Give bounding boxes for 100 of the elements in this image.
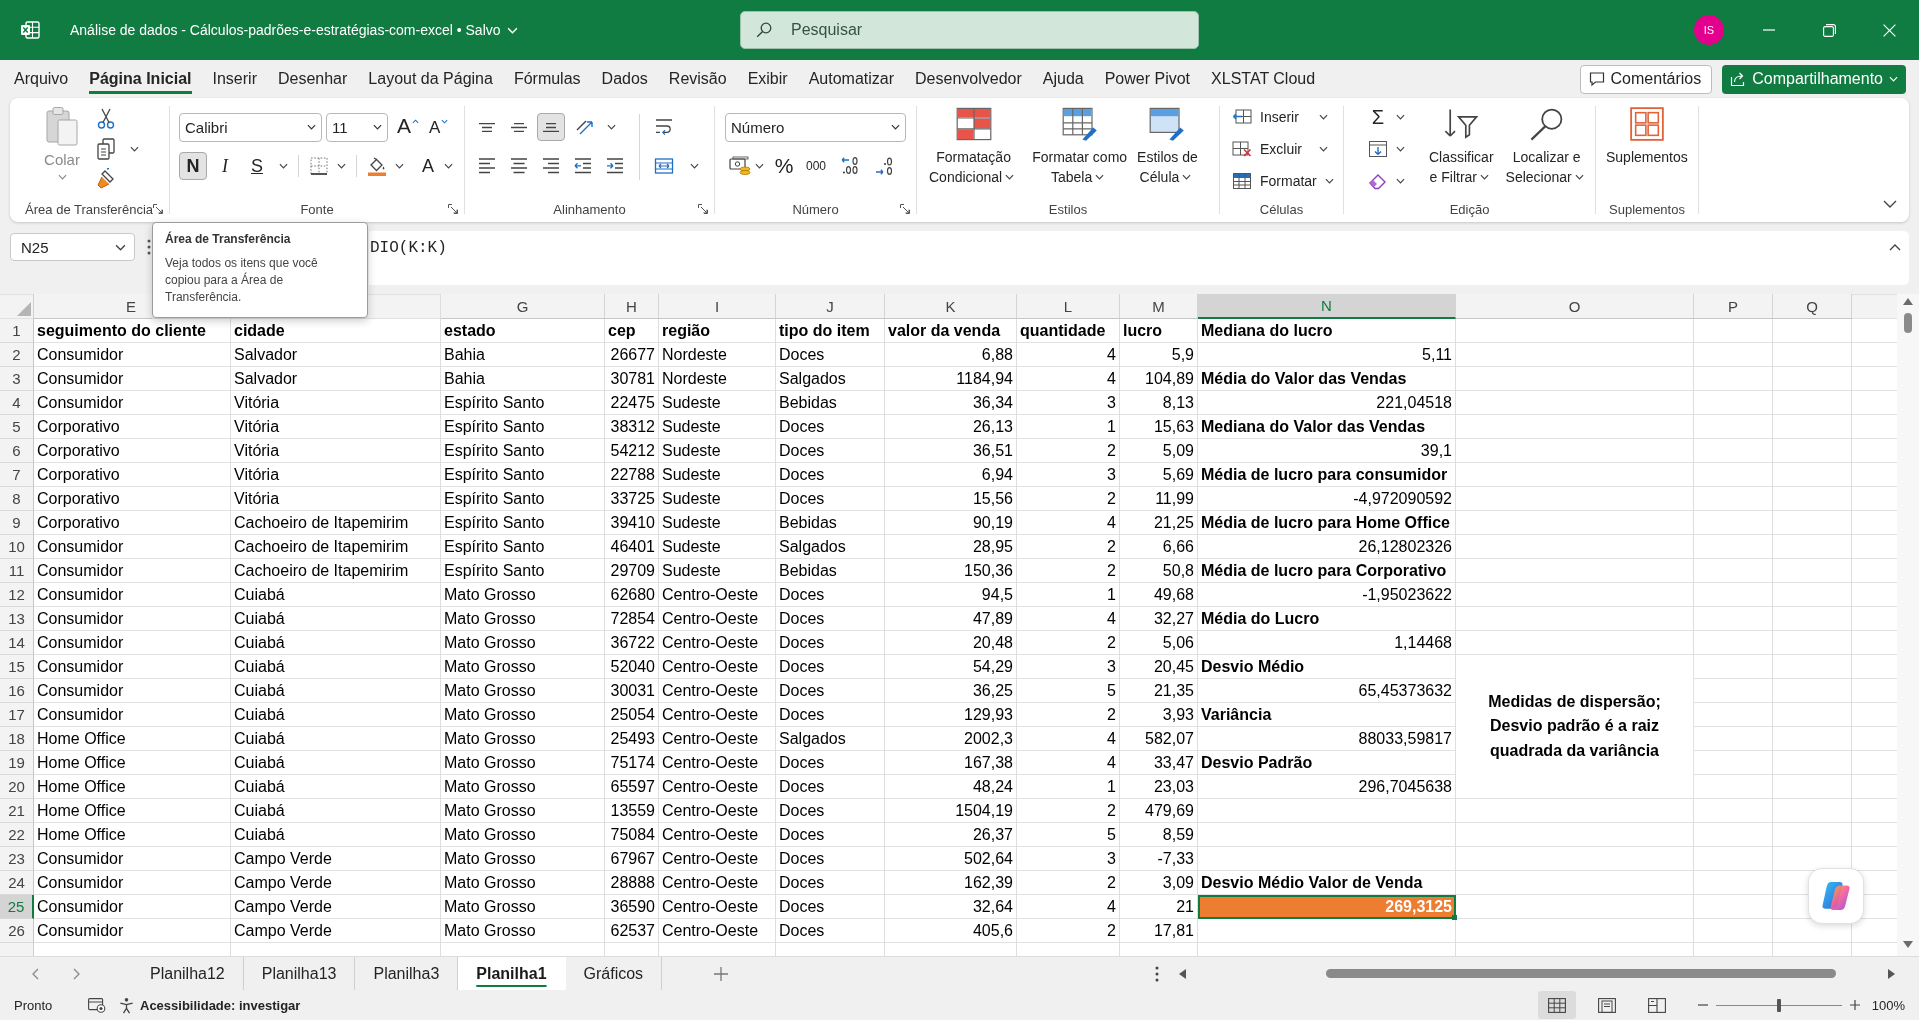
ribbon-tab[interactable]: Ajuda — [1042, 64, 1084, 94]
row-header[interactable]: 5 — [0, 415, 34, 439]
comments-button[interactable]: Comentários — [1579, 64, 1713, 94]
column-header[interactable]: E — [34, 294, 152, 319]
paint-bucket-icon[interactable] — [367, 156, 387, 176]
ribbon-tab[interactable]: Desenvolvedor — [915, 64, 1022, 94]
chevron-up-icon[interactable] — [1889, 244, 1901, 251]
ribbon-tab[interactable]: Arquivo — [14, 64, 69, 94]
row-header[interactable]: 20 — [0, 775, 34, 799]
chevron-icon[interactable] — [1396, 146, 1405, 152]
italic-button[interactable]: I — [211, 152, 239, 180]
column-header[interactable]: Q — [1773, 294, 1852, 319]
ribbon-tab[interactable]: Power Pivot — [1104, 64, 1191, 94]
spreadsheet-logo-icon[interactable] — [20, 20, 40, 40]
row-header[interactable]: 13 — [0, 607, 34, 631]
font-color-button[interactable]: A — [416, 152, 440, 180]
scissors-icon[interactable] — [96, 108, 116, 130]
row-header[interactable]: 9 — [0, 511, 34, 535]
row-header[interactable]: 8 — [0, 487, 34, 511]
formula-field[interactable]: DIO(K:K) — [369, 231, 1909, 285]
row-header[interactable]: 18 — [0, 727, 34, 751]
column-header[interactable]: N — [1198, 294, 1456, 319]
row-header[interactable]: 16 — [0, 679, 34, 703]
plus-icon[interactable] — [1849, 1000, 1860, 1010]
user-avatar[interactable]: IS — [1694, 15, 1724, 45]
chevron-icon[interactable] — [1396, 114, 1405, 120]
column-header[interactable]: I — [659, 294, 776, 319]
chevron-icon[interactable] — [337, 163, 346, 169]
row-header[interactable]: 6 — [0, 439, 34, 463]
scrollbar-thumb[interactable] — [1326, 969, 1836, 978]
chevron-icon[interactable] — [755, 163, 764, 169]
dialog-launcher-icon[interactable] — [153, 204, 163, 214]
column-header[interactable]: G — [441, 294, 605, 319]
sheet-tab[interactable]: Planilha1 — [458, 957, 566, 990]
previous-sheet-icon[interactable] — [32, 967, 39, 980]
font-family-dropdown[interactable]: Calibri — [179, 112, 322, 142]
find-select-button[interactable]: Localizar e Selecionar — [1501, 98, 1592, 198]
column-header[interactable]: K — [885, 294, 1017, 319]
add-ins-button[interactable]: Suplementos — [1602, 107, 1692, 198]
fill-down-icon[interactable] — [1368, 140, 1388, 158]
accessibility-button[interactable]: Acessibilidade: investigar — [118, 996, 301, 1014]
column-header[interactable]: L — [1017, 294, 1120, 319]
paintbrush-icon[interactable] — [96, 168, 116, 190]
dialog-launcher-icon[interactable] — [698, 204, 708, 214]
table-style-button[interactable]: Formatar como Tabela — [1028, 107, 1132, 198]
column-header[interactable]: M — [1120, 294, 1198, 319]
dialog-launcher-icon[interactable] — [448, 204, 458, 214]
restore-icon[interactable] — [1822, 23, 1836, 37]
underline-button[interactable]: S — [243, 152, 271, 180]
percent-button[interactable]: % — [770, 152, 798, 180]
scroll-right-icon[interactable] — [1888, 968, 1895, 979]
row-header[interactable]: 2 — [0, 343, 34, 367]
row-header[interactable]: 22 — [0, 823, 34, 847]
row-header[interactable]: 1 — [0, 319, 34, 343]
conditional-style-button[interactable]: Formatação Condicional — [925, 107, 1023, 198]
row-header[interactable]: 11 — [0, 559, 34, 583]
ribbon-tab[interactable]: Fórmulas — [513, 64, 581, 94]
column-header[interactable]: O — [1456, 294, 1694, 319]
ribbon-tab[interactable]: Página Inicial — [89, 64, 192, 94]
floating-assistant-button[interactable] — [1808, 868, 1864, 924]
ribbon-tab[interactable]: XLSTAT Cloud — [1211, 64, 1316, 94]
name-box[interactable]: N25 — [10, 233, 135, 261]
chevron-icon[interactable] — [444, 163, 453, 169]
borders-icon[interactable] — [309, 156, 329, 176]
close-icon[interactable] — [1882, 23, 1896, 37]
chevron-icon[interactable] — [279, 163, 288, 169]
ribbon-tab[interactable]: Layout da Página — [368, 64, 493, 94]
ribbon-tab[interactable]: Exibir — [747, 64, 788, 94]
column-header[interactable]: J — [776, 294, 885, 319]
next-sheet-icon[interactable] — [73, 967, 80, 980]
search-field[interactable]: Pesquisar — [740, 11, 1199, 49]
row-header[interactable]: 19 — [0, 751, 34, 775]
shrink-font-button[interactable]: A — [426, 113, 452, 141]
grow-font-button[interactable]: A — [394, 113, 422, 141]
copy-icon[interactable] — [96, 138, 116, 160]
chevron-icon[interactable] — [1396, 178, 1405, 184]
scroll-up-icon[interactable] — [1903, 298, 1913, 305]
thousands-separator-button[interactable]: 000 — [800, 152, 832, 180]
add-sheet-icon[interactable] — [714, 966, 729, 981]
wrap-text-icon[interactable] — [654, 117, 674, 137]
row-header[interactable]: 26 — [0, 919, 34, 943]
scroll-left-icon[interactable] — [1179, 968, 1186, 979]
insert-cells-button[interactable]: Inserir — [1230, 104, 1334, 130]
dialog-launcher-icon[interactable] — [900, 204, 910, 214]
merge-cells-icon[interactable] — [654, 156, 674, 176]
row-header[interactable]: 12 — [0, 583, 34, 607]
scroll-down-icon[interactable] — [1903, 941, 1913, 948]
sort-filter-button[interactable]: Classificar e Filtrar — [1425, 98, 1498, 198]
row-header[interactable]: 24 — [0, 871, 34, 895]
row-header[interactable]: 4 — [0, 391, 34, 415]
ribbon-tab[interactable]: Automatizar — [808, 64, 895, 94]
scrollbar-thumb[interactable] — [1904, 313, 1912, 333]
ribbon-tab[interactable]: Inserir — [212, 64, 257, 94]
font-size-dropdown[interactable]: 11 — [326, 112, 388, 142]
row-header[interactable]: 23 — [0, 847, 34, 871]
delete-cells-button[interactable]: Excluir — [1230, 136, 1334, 162]
chevron-icon[interactable] — [607, 124, 616, 130]
column-header[interactable]: P — [1694, 294, 1773, 319]
ribbon-tab[interactable]: Desenhar — [277, 64, 348, 94]
slider-thumb[interactable] — [1776, 998, 1781, 1012]
